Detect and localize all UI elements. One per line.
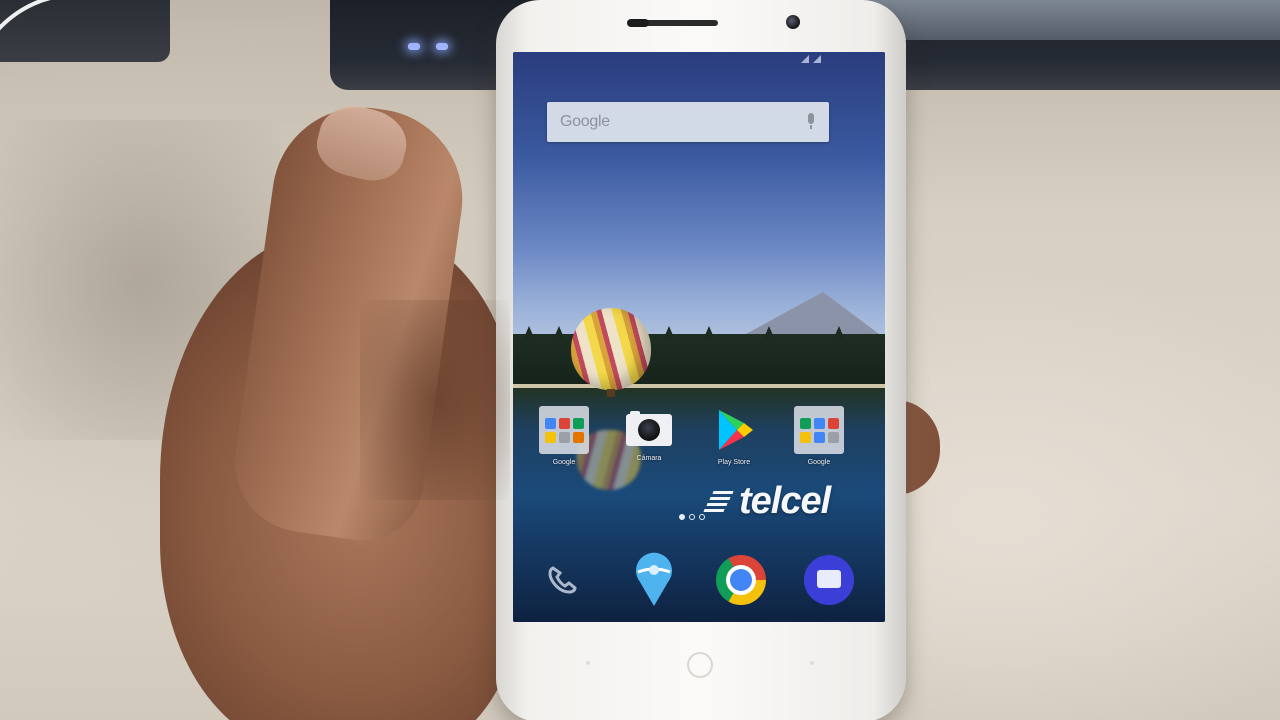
wallpaper-tree [523, 326, 535, 340]
folder-icon [539, 406, 589, 454]
phone-screen: Google Google Cámara Play Store Google t… [513, 52, 885, 622]
wallpaper-tree [703, 326, 715, 340]
carrier-logo-text: telcel [739, 480, 831, 522]
phone-icon [535, 552, 591, 608]
telcel-mark-icon [703, 486, 735, 518]
app-label: Cámara [636, 455, 662, 462]
maps-pin-icon [632, 552, 676, 608]
front-camera-icon [786, 15, 800, 29]
folder-icon [794, 406, 844, 454]
status-icons [801, 55, 821, 63]
camera-icon [626, 411, 672, 446]
dock-phone[interactable] [535, 552, 591, 608]
page-dot[interactable] [689, 514, 695, 520]
wallpaper-tree [663, 326, 675, 340]
proximity-sensor [627, 19, 649, 27]
menu-key[interactable] [810, 661, 814, 665]
signal-icon [801, 55, 809, 63]
smartphone: Google Google Cámara Play Store Google t… [496, 0, 906, 720]
app-google-folder[interactable]: Google [529, 406, 599, 466]
wallpaper-tree [553, 326, 565, 340]
page-indicator [679, 514, 705, 520]
app-play-store[interactable]: Play Store [699, 406, 769, 466]
back-key[interactable] [586, 661, 590, 665]
page-dot[interactable] [679, 514, 685, 520]
messages-icon [804, 555, 854, 605]
mic-icon[interactable] [807, 113, 815, 131]
photo-scene: Google Google Cámara Play Store Google t… [0, 0, 1280, 720]
app-label: Google [552, 459, 576, 466]
app-camera[interactable]: Cámara [614, 406, 684, 462]
carrier-logo: telcel [703, 480, 831, 523]
background-device [860, 0, 1280, 40]
wallpaper-trees [513, 334, 885, 386]
hand-shadow [360, 300, 510, 500]
dock-chrome[interactable] [713, 552, 769, 608]
app-google-folder-2[interactable]: Google [784, 406, 854, 466]
app-label: Google [807, 459, 831, 466]
wallpaper-balloon [571, 308, 651, 390]
app-label: Play Store [717, 459, 751, 466]
home-button[interactable] [687, 652, 713, 678]
dock-maps[interactable] [626, 552, 682, 608]
status-led [408, 43, 420, 50]
status-bar [513, 52, 885, 70]
play-store-icon [711, 406, 757, 454]
google-search-bar[interactable]: Google [547, 102, 829, 142]
google-logo: Google [560, 113, 610, 130]
wallpaper-tree [763, 326, 775, 340]
signal-icon [813, 55, 821, 63]
status-led [436, 43, 448, 50]
wallpaper-tree [833, 326, 845, 340]
dock-messages[interactable] [801, 552, 857, 608]
balloon-basket [607, 389, 615, 397]
chrome-icon [716, 555, 766, 605]
